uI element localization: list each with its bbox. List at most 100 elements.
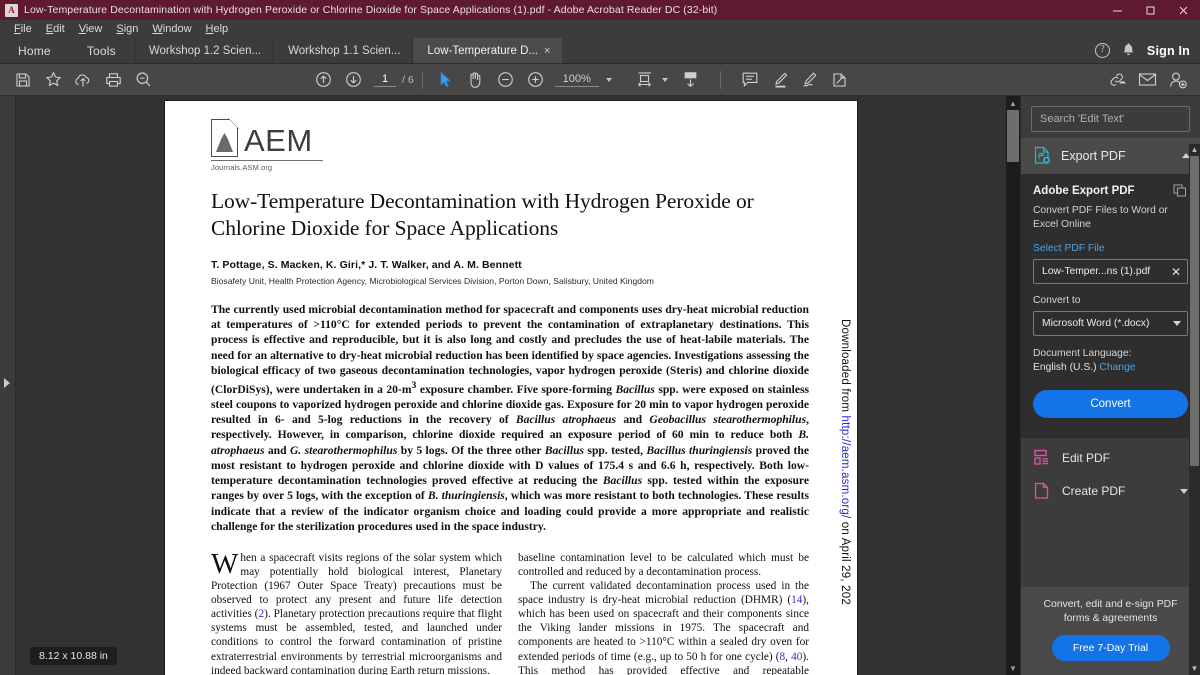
stamp-link[interactable]: http://aem.asm.org/ xyxy=(839,416,851,519)
tab-close-icon[interactable]: × xyxy=(544,45,550,57)
comment-icon[interactable] xyxy=(735,67,765,93)
stamp-prefix: Downloaded from xyxy=(839,319,851,416)
document-scrollbar[interactable]: ▲ ▼ xyxy=(1006,96,1020,675)
tool-create-pdf[interactable]: Create PDF xyxy=(1021,478,1200,511)
page-up-icon[interactable] xyxy=(308,67,338,93)
chevron-down-icon[interactable] xyxy=(1180,488,1188,494)
select-cursor-icon[interactable] xyxy=(431,67,461,93)
panel-scrollbar-thumb[interactable] xyxy=(1190,156,1199,466)
minimize-icon[interactable] xyxy=(1101,0,1134,20)
toolbar-divider-2 xyxy=(719,70,721,89)
journal-logo-text: AEM xyxy=(244,123,313,158)
panel-scrollbar[interactable]: ▲ ▼ xyxy=(1189,144,1200,675)
change-language-link[interactable]: Change xyxy=(1099,362,1135,373)
scroll-up-icon[interactable]: ▲ xyxy=(1006,96,1020,110)
adobe-export-title-row: Adobe Export PDF xyxy=(1033,184,1188,197)
menu-sign[interactable]: Sign xyxy=(109,22,145,36)
chevron-down-icon[interactable] xyxy=(1173,321,1181,326)
menu-help[interactable]: Help xyxy=(199,22,236,36)
add-user-icon[interactable] xyxy=(1162,67,1192,93)
main-area: AEM Journals.ASM.org Low-Temperature Dec… xyxy=(0,96,1200,675)
star-icon[interactable] xyxy=(38,67,68,93)
toolbar: 1 / 6 100% xyxy=(0,64,1200,96)
journal-logo: AEM Journals.ASM.org xyxy=(211,118,323,172)
expand-left-panel-icon[interactable] xyxy=(4,378,10,388)
export-pdf-header[interactable]: Export PDF xyxy=(1021,138,1200,174)
window-controls xyxy=(1101,0,1200,20)
scroll-down-icon[interactable]: ▼ xyxy=(1006,661,1020,675)
affiliation-line: Biosafety Unit, Health Protection Agency… xyxy=(211,276,654,286)
scroll-mode-icon[interactable] xyxy=(676,67,706,93)
panel-scroll-down-icon[interactable]: ▼ xyxy=(1189,663,1200,675)
zoom-dropdown-icon[interactable] xyxy=(605,77,612,82)
print-icon[interactable] xyxy=(98,67,128,93)
tool-edit-pdf[interactable]: Edit PDF xyxy=(1021,438,1200,478)
export-description: Convert PDF Files to Word or Excel Onlin… xyxy=(1033,205,1168,230)
document-language-row: English (U.S.) Change xyxy=(1033,362,1188,373)
stamp-suffix: on April 29, 202 xyxy=(839,518,851,605)
page-navigator: 1 / 6 xyxy=(374,73,414,87)
export-pdf-label: Export PDF xyxy=(1061,148,1126,163)
page-size-badge: 8.12 x 10.88 in xyxy=(30,647,117,665)
export-pdf-icon xyxy=(1034,146,1050,164)
drop-cap: W xyxy=(211,547,239,580)
convert-to-value: Microsoft Word (*.docx) xyxy=(1042,318,1150,329)
menu-window[interactable]: Window xyxy=(145,22,198,36)
stamp-icon[interactable] xyxy=(825,67,855,93)
page-down-icon[interactable] xyxy=(338,67,368,93)
left-navigation-rail[interactable] xyxy=(0,96,16,675)
search-input[interactable] xyxy=(1031,106,1190,132)
share-link-icon[interactable] xyxy=(1102,67,1132,93)
window-titlebar: Low-Temperature Decontamination with Hyd… xyxy=(0,0,1200,20)
scrollbar-thumb[interactable] xyxy=(1007,110,1019,162)
draw-freehand-icon[interactable] xyxy=(795,67,825,93)
clear-x-icon[interactable]: ✕ xyxy=(1171,265,1181,279)
fit-page-dropdown-icon[interactable] xyxy=(661,77,668,82)
zoom-out-icon[interactable] xyxy=(491,67,521,93)
close-icon[interactable] xyxy=(1167,0,1200,20)
copy-files-icon[interactable] xyxy=(1173,184,1188,197)
email-icon[interactable] xyxy=(1132,67,1162,93)
menu-file[interactable]: FFileile xyxy=(7,22,39,36)
zoom-level-value[interactable]: 100% xyxy=(554,73,599,87)
adobe-acrobat-icon xyxy=(5,3,18,17)
save-icon[interactable] xyxy=(8,67,38,93)
tab-workshop-1-2[interactable]: Workshop 1.2 Scien... xyxy=(133,38,273,63)
page-title: Low-Temperature Decontamination with Hyd… xyxy=(211,189,754,240)
convert-to-select[interactable]: Microsoft Word (*.docx) xyxy=(1033,311,1188,336)
tab-label: Low-Temperature D... xyxy=(427,44,538,57)
export-pdf-body: Adobe Export PDF Convert PDF Files to Wo… xyxy=(1021,174,1200,438)
upload-cloud-icon[interactable] xyxy=(68,67,98,93)
pdf-page: AEM Journals.ASM.org Low-Temperature Dec… xyxy=(165,101,857,675)
page-number-input[interactable]: 1 xyxy=(374,73,396,87)
menu-edit[interactable]: Edit xyxy=(39,22,72,36)
highlight-icon[interactable] xyxy=(765,67,795,93)
maximize-icon[interactable] xyxy=(1134,0,1167,20)
menu-view[interactable]: View xyxy=(72,22,110,36)
edit-pdf-icon xyxy=(1034,449,1048,465)
hand-tool-icon[interactable] xyxy=(461,67,491,93)
adobe-export-title: Adobe Export PDF xyxy=(1033,184,1135,197)
body-column-left: When a spacecraft visits regions of the … xyxy=(211,547,503,675)
nav-home[interactable]: Home xyxy=(0,38,69,63)
tab-low-temperature[interactable]: Low-Temperature D... × xyxy=(412,38,563,63)
sign-in-button[interactable]: Sign In xyxy=(1147,44,1190,58)
free-trial-button[interactable]: Free 7-Day Trial xyxy=(1051,635,1170,661)
tab-label: Workshop 1.1 Scien... xyxy=(288,44,401,57)
selected-file-value: Low-Temper...ns (1).pdf xyxy=(1042,266,1151,277)
selected-file-field[interactable]: Low-Temper...ns (1).pdf ✕ xyxy=(1033,259,1188,284)
panel-scroll-up-icon[interactable]: ▲ xyxy=(1189,144,1200,156)
fit-page-icon[interactable] xyxy=(630,67,660,93)
tab-workshop-1-1[interactable]: Workshop 1.1 Scien... xyxy=(273,38,412,63)
convert-to-label: Convert to xyxy=(1033,295,1081,306)
panel-search-wrap xyxy=(1021,96,1200,138)
search-icon[interactable] xyxy=(128,67,158,93)
tool-label: Create PDF xyxy=(1062,484,1126,498)
question-mark-icon[interactable]: ? xyxy=(1094,43,1110,58)
select-pdf-file-link[interactable]: Select PDF File xyxy=(1033,243,1188,254)
nav-tools[interactable]: Tools xyxy=(69,38,134,63)
zoom-in-icon[interactable] xyxy=(521,67,551,93)
document-viewport[interactable]: AEM Journals.ASM.org Low-Temperature Dec… xyxy=(16,96,1006,675)
notification-bell-icon[interactable] xyxy=(1122,43,1135,58)
convert-button[interactable]: Convert xyxy=(1033,390,1188,418)
